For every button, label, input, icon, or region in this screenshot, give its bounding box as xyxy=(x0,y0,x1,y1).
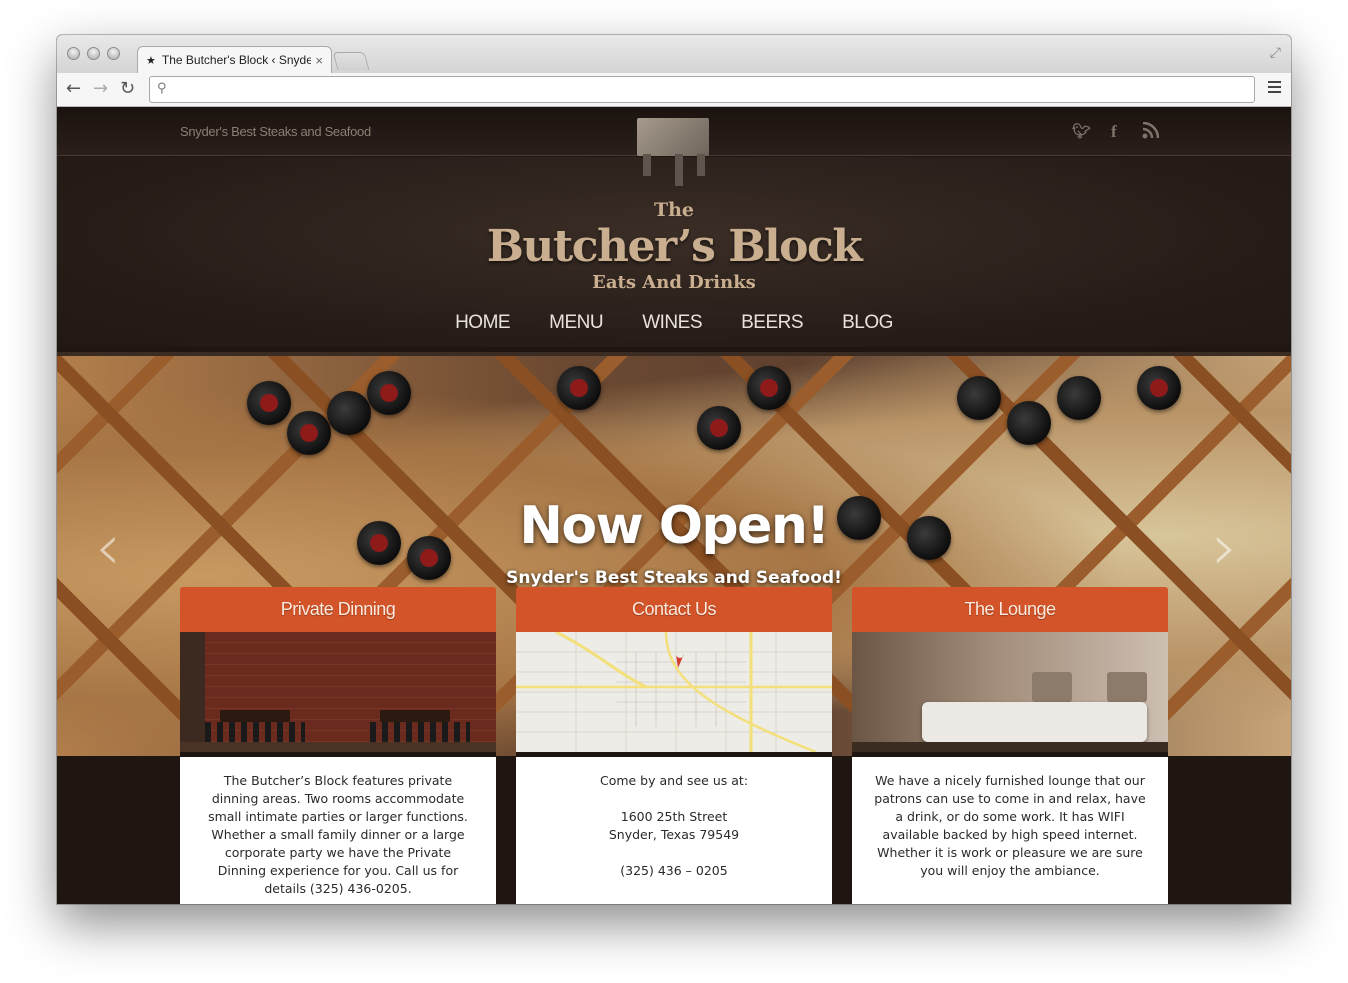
nav-menu[interactable]: MENU xyxy=(549,312,603,334)
header-tagline: Snyder's Best Steaks and Seafood xyxy=(180,124,371,139)
facebook-icon[interactable]: f xyxy=(1111,122,1117,142)
map-image[interactable] xyxy=(516,632,832,752)
dining-room-image[interactable] xyxy=(180,632,496,752)
minimize-window-button[interactable] xyxy=(87,47,100,60)
box-title[interactable]: Private Dinning xyxy=(180,587,496,632)
wine-bottle xyxy=(367,371,411,415)
close-window-button[interactable] xyxy=(67,47,80,60)
feature-boxes: Private Dinning The Butcher’s Block feat… xyxy=(180,587,1168,904)
lounge-image[interactable] xyxy=(852,632,1168,752)
tab-bar: ★ The Butcher's Block ‹ Snyde × ⤢ xyxy=(57,35,1291,73)
box-text: We have a nicely furnished lounge that o… xyxy=(852,757,1168,904)
wine-bottle xyxy=(747,366,791,410)
zoom-window-button[interactable] xyxy=(107,47,120,60)
back-button[interactable]: ← xyxy=(66,79,81,99)
wine-bottle xyxy=(557,366,601,410)
box-text: The Butcher’s Block features private din… xyxy=(180,757,496,904)
contact-us-box: Contact Us Come by and see us at: 1600 2… xyxy=(516,587,832,904)
main-nav: HOME MENU WINES BEERS BLOG xyxy=(57,312,1291,334)
search-icon: ⚲ xyxy=(157,81,167,96)
private-dinning-box: Private Dinning The Butcher’s Block feat… xyxy=(180,587,496,904)
website: Snyder's Best Steaks and Seafood 🐦︎ f Th… xyxy=(57,107,1291,904)
bookmark-star-icon: ★ xyxy=(146,54,156,67)
wine-bottle xyxy=(327,391,371,435)
browser-toolbar: ← → ↻ ⚲ xyxy=(57,73,1291,107)
box-text: Come by and see us at: 1600 25th Street … xyxy=(516,757,832,904)
wine-bottle xyxy=(957,376,1001,420)
butcher-block-logo-icon[interactable] xyxy=(637,118,709,190)
the-lounge-box: The Lounge We have a nicely furnished lo… xyxy=(852,587,1168,904)
hero-subtitle: Snyder's Best Steaks and Seafood! xyxy=(506,568,842,588)
twitter-icon[interactable]: 🐦︎ xyxy=(1072,122,1091,140)
logo-subtitle[interactable]: Eats And Drinks xyxy=(57,272,1291,293)
reload-button[interactable]: ↻ xyxy=(120,79,135,99)
nav-blog[interactable]: BLOG xyxy=(842,312,893,334)
logo-title[interactable]: Butcher’s Block xyxy=(57,221,1291,272)
box-title[interactable]: The Lounge xyxy=(852,587,1168,632)
wine-bottle xyxy=(287,411,331,455)
nav-home[interactable]: HOME xyxy=(455,312,511,334)
logo-the[interactable]: The xyxy=(57,199,1291,221)
wine-bottle xyxy=(1007,401,1051,445)
browser-tab[interactable]: ★ The Butcher's Block ‹ Snyde × xyxy=(137,46,332,73)
wine-bottle xyxy=(247,381,291,425)
wine-bottle xyxy=(1137,366,1181,410)
tab-title: The Butcher's Block ‹ Snyde xyxy=(161,53,312,67)
forward-button[interactable]: → xyxy=(93,79,108,99)
rss-icon[interactable] xyxy=(1142,121,1160,143)
browser-menu-icon[interactable] xyxy=(1268,81,1281,96)
new-tab-button[interactable] xyxy=(332,52,370,70)
close-tab-icon[interactable]: × xyxy=(315,53,323,68)
nav-beers[interactable]: BEERS xyxy=(741,312,803,334)
wine-bottle xyxy=(697,406,741,450)
browser-window: ★ The Butcher's Block ‹ Snyde × ⤢ ← → ↻ … xyxy=(57,35,1291,904)
site-header: The Butcher’s Block Eats And Drinks HOME… xyxy=(57,118,1291,347)
nav-wines[interactable]: WINES xyxy=(642,312,702,334)
wine-bottle xyxy=(1057,376,1101,420)
box-title[interactable]: Contact Us xyxy=(516,587,832,632)
address-bar[interactable]: ⚲ xyxy=(149,76,1255,103)
hero-title: Now Open! xyxy=(519,496,830,556)
fullscreen-icon[interactable]: ⤢ xyxy=(1270,45,1281,61)
